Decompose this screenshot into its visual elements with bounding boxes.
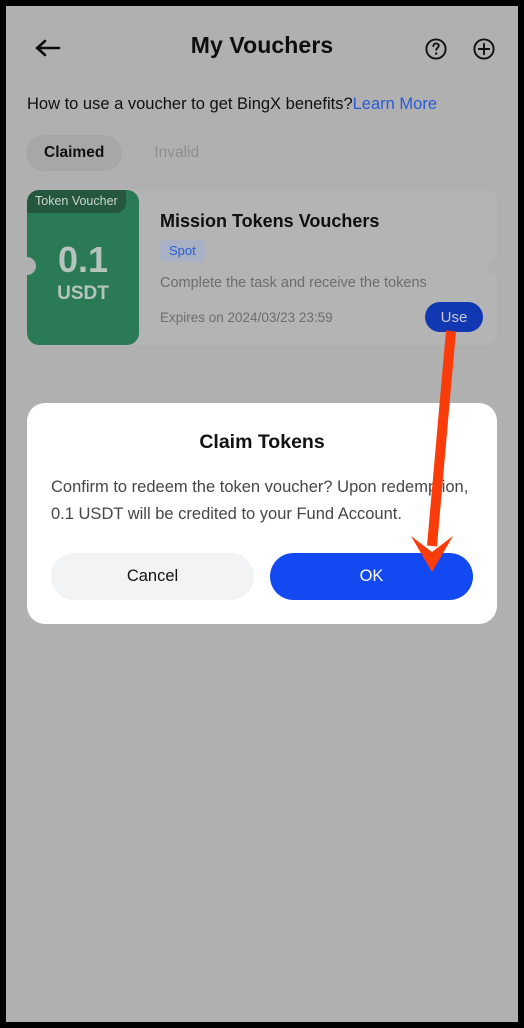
app-screen: My Vouchers How to use a voucher to get … (6, 6, 518, 1022)
tab-claimed[interactable]: Claimed (26, 135, 123, 171)
voucher-title: Mission Tokens Vouchers (160, 211, 380, 231)
voucher-tabs: Claimed Invalid (26, 135, 217, 171)
dialog-title: Claim Tokens (199, 431, 325, 453)
plus-circle-icon[interactable] (468, 33, 500, 65)
dialog-actions: Cancel OK (51, 553, 473, 601)
ok-button[interactable]: OK (270, 553, 473, 601)
cancel-button[interactable]: Cancel (51, 553, 254, 601)
voucher-card[interactable]: Token Voucher 0.1 USDT Mission Tokens Vo… (18, 190, 506, 345)
amount-notch-left (18, 257, 36, 275)
question-circle-icon[interactable] (420, 33, 452, 65)
info-line: How to use a voucher to get BingX benefi… (27, 95, 507, 114)
voucher-amount: 0.1 (57, 239, 109, 280)
tab-invalid[interactable]: Invalid (136, 135, 217, 171)
voucher-tag-spot: Spot (160, 240, 205, 262)
voucher-type-badge: Token Voucher (27, 190, 126, 213)
dialog-body-text: Confirm to redeem the token voucher? Upo… (51, 478, 469, 523)
voucher-description: Complete the task and receive the tokens (160, 275, 427, 291)
voucher-amount-block: Token Voucher 0.1 USDT (27, 190, 139, 345)
voucher-currency: USDT (57, 283, 109, 304)
learn-more-link[interactable]: Learn More (353, 95, 437, 113)
use-button[interactable]: Use (425, 302, 483, 332)
voucher-expiry: Expires on 2024/03/23 23:59 (160, 310, 333, 325)
card-notch-right (488, 257, 506, 275)
device-frame: My Vouchers How to use a voucher to get … (0, 0, 524, 1028)
info-line-text: How to use a voucher to get BingX benefi… (27, 95, 353, 113)
claim-tokens-dialog: Claim Tokens Confirm to redeem the token… (27, 403, 497, 625)
app-header: My Vouchers (6, 20, 518, 76)
